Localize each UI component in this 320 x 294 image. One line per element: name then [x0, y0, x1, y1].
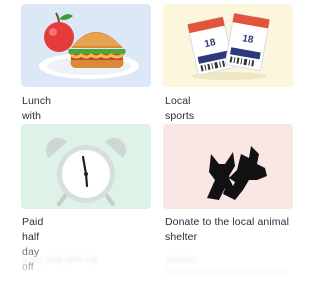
alarm-clock-icon — [45, 137, 127, 206]
reflection-fade: Paid half day off Donate to the local an… — [0, 246, 301, 294]
animal-shelter-image — [163, 124, 293, 209]
sandwich-apple-icon — [39, 12, 139, 79]
tickets-image: 18 18 — [163, 4, 293, 87]
half-day-image — [21, 124, 151, 209]
tickets-icon: 18 18 — [187, 13, 270, 80]
fade-overlay — [0, 246, 301, 294]
option-label: Donate to the local animal shelter — [165, 216, 290, 243]
lunch-image — [21, 4, 151, 87]
cat-dog-silhouette-icon — [207, 146, 267, 200]
